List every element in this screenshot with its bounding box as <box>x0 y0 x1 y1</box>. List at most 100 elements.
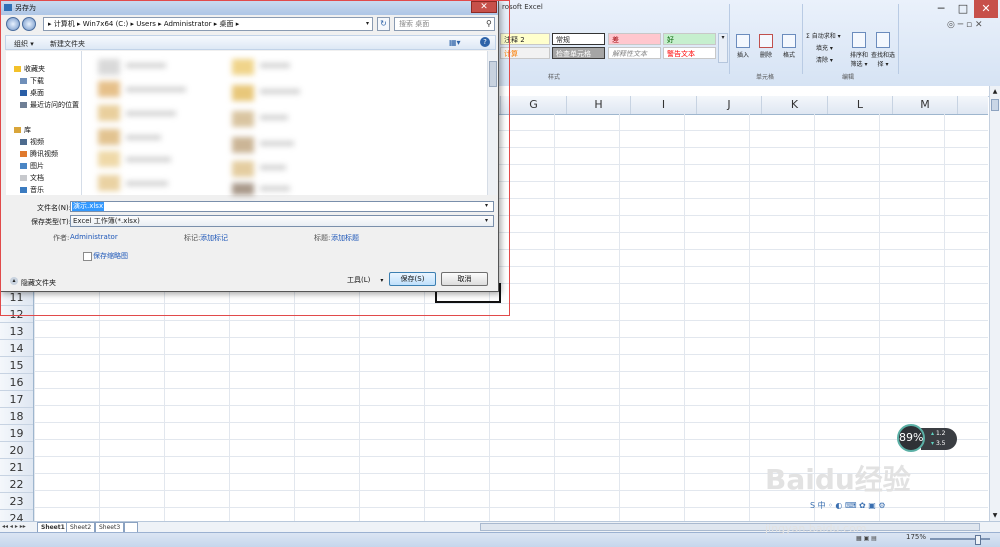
search-input[interactable]: 搜索 桌面 <box>394 17 495 31</box>
format-button[interactable]: 格式 <box>779 34 799 59</box>
file-item[interactable] <box>98 175 120 191</box>
file-item[interactable] <box>98 151 120 167</box>
style-explanatory[interactable]: 解释性文本 <box>608 47 661 59</box>
add-tags-link[interactable]: 添加标记 <box>200 233 228 243</box>
save-thumbnail-label[interactable]: 保存缩略图 <box>93 251 128 261</box>
nav-pictures[interactable]: 图片 <box>20 161 44 171</box>
styles-more-arrow[interactable]: ▾ <box>718 33 728 63</box>
sheet-nav-arrows[interactable]: ◂◂ ◂ ▸ ▸▸ <box>2 523 26 530</box>
forward-button[interactable] <box>22 17 36 31</box>
file-list-scrollbar[interactable] <box>487 51 497 195</box>
clear-button[interactable]: 清除 ▾ <box>816 55 833 64</box>
filename-input[interactable]: 演示.xlsx ▾ <box>70 201 494 212</box>
file-item[interactable] <box>98 59 120 75</box>
maximize-button[interactable]: □ <box>952 0 974 18</box>
filetype-select[interactable]: Excel 工作簿(*.xlsx) ▾ <box>70 215 494 227</box>
author-field[interactable]: Administrator <box>70 233 118 241</box>
fill-button[interactable]: 填充 ▾ <box>816 43 833 52</box>
view-buttons[interactable]: ▦ ▣ ▤ <box>856 535 896 543</box>
scroll-down-arrow[interactable]: ▼ <box>991 512 999 520</box>
style-note2[interactable]: 注释 2 <box>500 33 550 45</box>
insert-button[interactable]: 插入 <box>733 34 753 59</box>
nav-library[interactable]: 库 <box>14 125 31 135</box>
search-icon[interactable]: ⚲ <box>486 19 492 28</box>
cancel-button[interactable]: 取消 <box>441 272 488 286</box>
row-header-17[interactable]: 17 <box>0 391 33 408</box>
nav-favorites[interactable]: 收藏夹 <box>14 64 45 74</box>
collapse-arrow-icon[interactable]: ▴ <box>10 277 18 285</box>
nav-youku[interactable]: 腾讯视频 <box>20 149 58 159</box>
column-header-g[interactable]: G <box>501 96 567 114</box>
row-header-19[interactable]: 19 <box>0 425 33 442</box>
style-good[interactable]: 好 <box>663 33 716 45</box>
file-item[interactable] <box>232 161 254 177</box>
column-header-j[interactable]: J <box>697 96 762 114</box>
network-gauge-widget[interactable]: ▴ 1.2 ▾ 3.5 89% <box>897 424 959 454</box>
column-header-i[interactable]: I <box>631 96 697 114</box>
dialog-titlebar[interactable]: 另存为 ✕ <box>1 1 498 15</box>
file-list-scroll-thumb[interactable] <box>489 61 497 87</box>
back-button[interactable] <box>6 17 20 31</box>
nav-downloads[interactable]: 下载 <box>20 76 44 86</box>
row-header-20[interactable]: 20 <box>0 442 33 459</box>
hide-folders-button[interactable]: 隐藏文件夹 <box>21 278 56 288</box>
file-item[interactable] <box>98 129 120 145</box>
row-header-22[interactable]: 22 <box>0 476 33 493</box>
zoom-slider[interactable] <box>930 538 990 540</box>
scroll-up-arrow[interactable]: ▲ <box>991 88 999 96</box>
style-check-cell[interactable]: 检查单元格 <box>552 47 605 59</box>
style-normal[interactable]: 常规 <box>552 33 605 45</box>
nav-desktop[interactable]: 桌面 <box>20 88 44 98</box>
row-header-15[interactable]: 15 <box>0 357 33 374</box>
tray-icons[interactable]: S 中 ◦ ◐ ⌨ ✿ ▣ ⚙ <box>810 500 920 512</box>
nav-music[interactable]: 音乐 <box>20 185 44 195</box>
style-warning[interactable]: 警告文本 <box>663 47 716 59</box>
style-calc[interactable]: 计算 <box>500 47 550 59</box>
row-header-13[interactable]: 13 <box>0 323 33 340</box>
delete-button[interactable]: 删除 <box>756 34 776 59</box>
autosum-button[interactable]: Σ 自动求和 ▾ <box>806 31 841 40</box>
row-header-23[interactable]: 23 <box>0 493 33 510</box>
file-item[interactable] <box>232 85 254 101</box>
close-button[interactable]: ✕ <box>974 0 998 18</box>
row-header-16[interactable]: 16 <box>0 374 33 391</box>
new-folder-button[interactable]: 新建文件夹 <box>50 39 85 49</box>
nav-videos[interactable]: 视频 <box>20 137 44 147</box>
vertical-scrollbar[interactable]: ▲ ▼ <box>989 86 1000 523</box>
dialog-close-button[interactable]: ✕ <box>471 1 497 13</box>
minimize-button[interactable]: ─ <box>930 0 952 18</box>
address-dropdown-icon[interactable]: ▾ <box>366 20 369 27</box>
column-header-h[interactable]: H <box>567 96 631 114</box>
column-header-m[interactable]: M <box>893 96 958 114</box>
thumbnail-checkbox[interactable] <box>83 252 92 261</box>
file-item[interactable] <box>232 137 254 153</box>
nav-documents[interactable]: 文档 <box>20 173 44 183</box>
row-header-18[interactable]: 18 <box>0 408 33 425</box>
save-button[interactable]: 保存(S) <box>389 272 436 286</box>
style-bad[interactable]: 差 <box>608 33 661 45</box>
row-header-21[interactable]: 21 <box>0 459 33 476</box>
organize-button[interactable]: 组织 ▾ <box>14 39 34 49</box>
address-bar[interactable]: ▸ 计算机 ▸ Win7x64 (C:) ▸ Users ▸ Administr… <box>43 17 373 31</box>
help-icon[interactable]: ? <box>480 37 490 47</box>
add-title-link[interactable]: 添加标题 <box>331 233 359 243</box>
file-item[interactable] <box>232 111 254 127</box>
nav-recent[interactable]: 最近访问的位置 <box>20 100 79 110</box>
row-header-14[interactable]: 14 <box>0 340 33 357</box>
sort-filter-button[interactable]: 排序和筛选 ▾ <box>848 32 870 68</box>
zoom-slider-thumb[interactable] <box>975 535 981 545</box>
row-header-12[interactable]: 12 <box>0 306 33 323</box>
file-item[interactable] <box>232 59 254 75</box>
file-item[interactable] <box>98 81 120 97</box>
find-select-button[interactable]: 查找和选择 ▾ <box>871 32 895 68</box>
file-item[interactable] <box>232 183 254 195</box>
file-list-pane[interactable] <box>82 51 488 195</box>
column-header-l[interactable]: L <box>828 96 893 114</box>
ribbon-help-icons[interactable]: ◎ ─ ▫ ✕ <box>947 20 983 30</box>
filename-dropdown-icon[interactable]: ▾ <box>485 202 488 209</box>
view-options-icon[interactable]: ▦▾ <box>449 38 461 47</box>
tools-button[interactable]: 工具(L) ▾ <box>347 275 383 285</box>
file-item[interactable] <box>98 105 120 121</box>
scroll-thumb[interactable] <box>991 99 999 111</box>
refresh-icon[interactable]: ↻ <box>377 17 390 31</box>
